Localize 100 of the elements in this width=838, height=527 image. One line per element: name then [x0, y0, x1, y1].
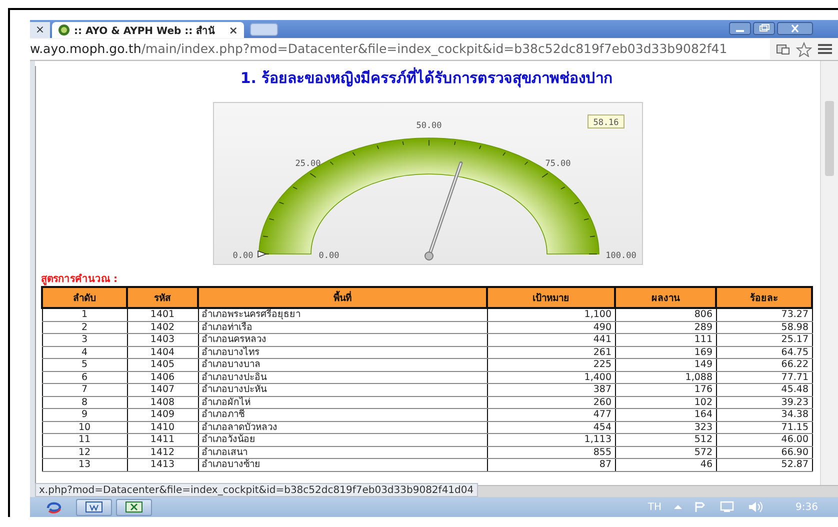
table-cell: 387 — [487, 384, 615, 396]
table-cell: 1411 — [127, 434, 198, 446]
table-cell: 441 — [487, 334, 615, 346]
table-cell: 6 — [42, 371, 127, 384]
table-cell: 5 — [42, 358, 127, 371]
document-icon — [85, 501, 103, 514]
table-cell: 9 — [42, 408, 127, 421]
gauge-tick-label: 75.00 — [545, 159, 571, 169]
table-cell: 4 — [42, 346, 127, 358]
table-cell: 323 — [615, 421, 716, 434]
table-cell: 261 — [487, 346, 615, 358]
table-cell: 1409 — [127, 408, 198, 421]
table-cell: 164 — [615, 408, 716, 421]
table-cell: อำเภอเสนา — [198, 446, 487, 458]
table-cell: อำเภอท่าเรือ — [198, 321, 487, 334]
column-header: ร้อยละ — [716, 287, 812, 308]
table-cell: 25.17 — [716, 334, 812, 346]
column-header: เป้าหมาย — [487, 287, 615, 308]
close-icon[interactable] — [777, 22, 813, 35]
table-cell: 477 — [487, 408, 615, 421]
page-title: 1. ร้อยละของหญิงมีครรภ์ที่ได้รับการตรวจสุขภาพช่องปาก — [239, 66, 614, 86]
tab-close-button[interactable]: × — [30, 22, 50, 38]
vertical-scrollbar[interactable] — [820, 61, 838, 486]
column-header: พื้นที่ — [198, 287, 487, 308]
minimize-icon[interactable] — [729, 22, 751, 35]
table-cell: อำเภอบางปะหัน — [198, 384, 487, 396]
taskbar-button[interactable] — [116, 498, 152, 516]
table-cell: 225 — [487, 358, 615, 371]
gauge-value-label: 58.16 — [588, 114, 624, 128]
table-cell: 1403 — [127, 334, 198, 346]
table-cell: อำเภอบางบาล — [198, 358, 487, 371]
address-field[interactable]: w.ayo.moph.go.th/main/index.php?mod=Datacenter&file=index_cockpit&id=b38c52dc819f7eb03d33b9082f41 — [30, 39, 770, 59]
column-header: รหัส — [127, 287, 198, 308]
star-icon[interactable] — [796, 42, 812, 56]
table-cell: 8 — [42, 396, 127, 408]
table-cell: 1405 — [127, 358, 198, 371]
table-cell: 1,113 — [487, 434, 615, 446]
table-cell: 454 — [487, 421, 615, 434]
table-cell: 260 — [487, 396, 615, 408]
spreadsheet-icon — [125, 501, 143, 514]
table-cell: 58.98 — [716, 321, 812, 334]
tab-close-button[interactable]: × — [228, 24, 238, 36]
table-cell: 1406 — [127, 371, 198, 384]
formula-label: สูตรการคำนวณ : — [41, 274, 118, 286]
table-cell: 102 — [615, 396, 716, 408]
table-cell: 1407 — [127, 384, 198, 396]
menu-icon[interactable] — [818, 43, 832, 55]
table-cell: อำเภอนครหลวง — [198, 334, 487, 346]
table-cell: 1408 — [127, 396, 198, 408]
horizontal-scrollbar[interactable] — [478, 485, 838, 498]
gauge-min-label: 0.00 — [232, 251, 254, 261]
table-cell: 71.15 — [716, 421, 812, 434]
gauge-tick-label: 50.00 — [416, 121, 442, 131]
table-cell: 855 — [487, 446, 615, 458]
table-cell: 73.27 — [716, 308, 812, 321]
table-cell: 1,400 — [487, 371, 615, 384]
table-cell: อำเภอบางปะอิน — [198, 371, 487, 384]
table-cell: 289 — [615, 321, 716, 334]
table-cell: อำเภอลาดบัวหลวง — [198, 421, 487, 434]
table-cell: 77.71 — [716, 371, 812, 384]
table-cell: 1413 — [127, 458, 198, 471]
table-cell: อำเภอพระนครศรีอยุธยา — [198, 308, 487, 321]
swirl-icon — [45, 500, 63, 514]
table-cell: อำเภอบางซ้าย — [198, 458, 487, 471]
table-cell: 149 — [615, 358, 716, 371]
column-header: ผลงาน — [615, 287, 716, 308]
table-cell: 1402 — [127, 321, 198, 334]
table-cell: 11 — [42, 434, 127, 446]
table-cell: 3 — [42, 334, 127, 346]
page-icon[interactable] — [776, 43, 790, 55]
table-cell: 512 — [615, 434, 716, 446]
table-cell: 52.87 — [716, 458, 812, 471]
table-cell: 169 — [615, 346, 716, 358]
table-cell: 10 — [42, 421, 127, 434]
tab-title: :: AYO & AYPH Web :: สำนั — [74, 24, 216, 38]
gauge-tick-label: 25.00 — [295, 159, 321, 169]
taskbar-button[interactable] — [76, 498, 112, 516]
table-cell: อำเภอภาชี — [198, 408, 487, 421]
table-cell: 12 — [42, 446, 127, 458]
table-cell: 39.23 — [716, 396, 812, 408]
table-cell: 34.38 — [716, 408, 812, 421]
table-cell: 2 — [42, 321, 127, 334]
table-cell: 46 — [615, 458, 716, 471]
column-header: ลำดับ — [42, 287, 127, 308]
table-cell: 1410 — [127, 421, 198, 434]
table-cell: 572 — [615, 446, 716, 458]
table-cell: 13 — [42, 458, 127, 471]
table-cell: 1,088 — [615, 371, 716, 384]
table-cell: อำเภอวังน้อย — [198, 434, 487, 446]
gauge-label: 0.00 — [318, 251, 340, 261]
table-cell: อำเภอบางไทร — [198, 346, 487, 358]
gauge-marker-icon — [258, 250, 268, 258]
browser-tab[interactable]: :: AYO & AYPH Web :: สำนั × — [52, 22, 244, 38]
restore-icon[interactable] — [753, 22, 775, 35]
table-cell: 1404 — [127, 346, 198, 358]
table-cell: 1,100 — [487, 308, 615, 321]
table-cell: 1 — [42, 308, 127, 321]
table-cell: 46.00 — [716, 434, 812, 446]
status-url: x.php?mod=Datacenter&file=index_cockpit&id=b38c52dc819f7eb03d33b9082f41d04 — [35, 483, 478, 498]
gauge-max-label: 100.00 — [606, 251, 636, 261]
